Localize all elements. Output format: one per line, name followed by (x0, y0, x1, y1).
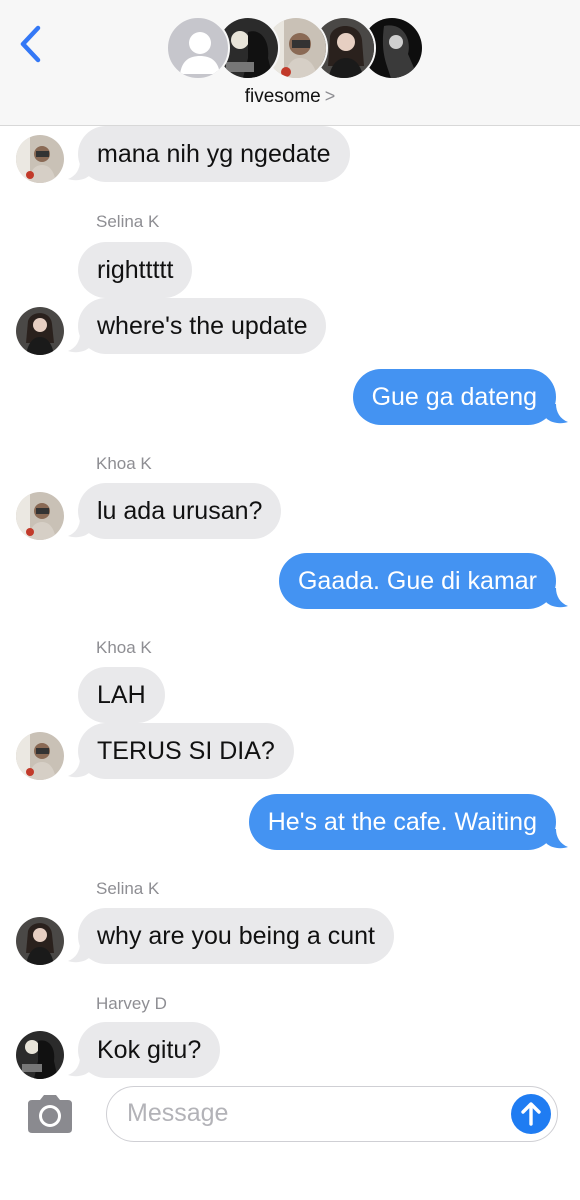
sender-name: Selina K (96, 879, 160, 898)
message-bubble-incoming[interactable]: TERUS SI DIA? (78, 723, 294, 779)
message-input-container[interactable] (106, 1086, 558, 1142)
group-name-label: fivesome (244, 86, 321, 107)
avatar-khoa (16, 492, 64, 540)
arrow-up-icon (521, 1102, 541, 1126)
back-chevron-icon[interactable] (14, 22, 48, 66)
avatar-selina (16, 307, 64, 355)
send-button[interactable] (511, 1094, 551, 1134)
sender-name: Selina K (96, 212, 160, 231)
camera-icon[interactable] (24, 1094, 76, 1134)
message-bubble-incoming[interactable]: Kok gitu? (78, 1022, 221, 1078)
message-bubble-incoming[interactable]: lu ada urusan? (78, 483, 282, 539)
group-avatars[interactable] (166, 16, 424, 82)
message-bubble-outgoing[interactable]: He's at the cafe. Waiting (248, 794, 556, 850)
conversation-header: fivesome > (0, 0, 580, 126)
person-icon (180, 32, 220, 74)
chevron-right-icon: > (324, 86, 336, 106)
avatar-khoa (16, 732, 64, 780)
sender-name: Khoa K (96, 638, 152, 657)
message-list[interactable]: mana nih yg ngedate Selina K righttttt w… (0, 126, 580, 1081)
avatar-placeholder (166, 16, 230, 80)
avatar-selina (16, 917, 64, 965)
sender-name: Harvey D (96, 994, 167, 1013)
sender-name: Khoa K (96, 454, 152, 473)
message-bubble-incoming[interactable]: LAH (78, 667, 165, 723)
message-bubble-incoming[interactable]: mana nih yg ngedate (78, 126, 350, 182)
group-name-button[interactable]: fivesome > (0, 86, 580, 108)
message-bubble-incoming[interactable]: why are you being a cunt (78, 908, 394, 964)
avatar-khoa (16, 135, 64, 183)
message-bubble-outgoing[interactable]: Gue ga dateng (352, 369, 556, 425)
message-bubble-incoming[interactable]: where's the update (78, 298, 327, 354)
avatar-harvey (16, 1031, 64, 1079)
message-bubble-incoming[interactable]: righttttt (78, 242, 193, 298)
message-bubble-outgoing[interactable]: Gaada. Gue di kamar (278, 553, 556, 609)
message-input[interactable] (127, 1087, 497, 1140)
